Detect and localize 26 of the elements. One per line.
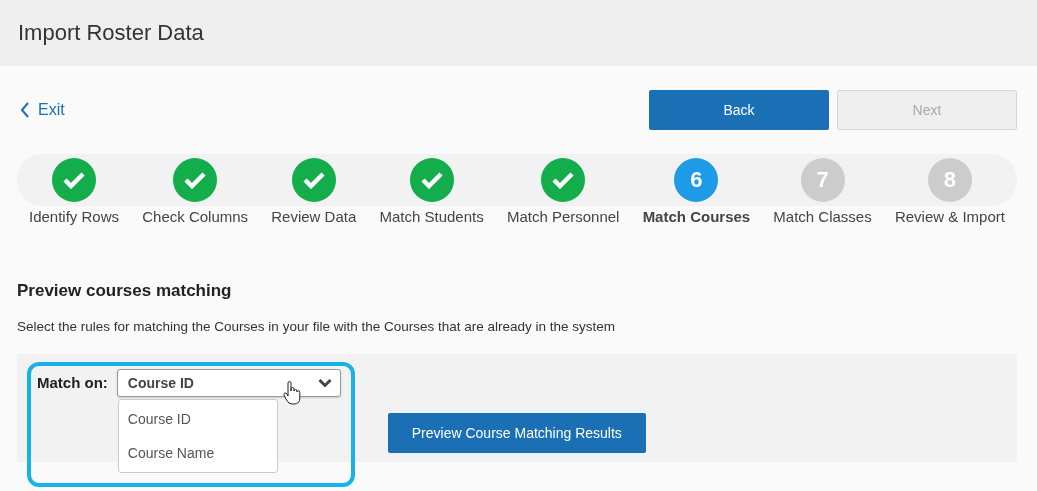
page-title: Import Roster Data <box>18 20 204 46</box>
match-select[interactable]: Course ID <box>116 369 341 397</box>
back-chevron-icon <box>20 102 30 118</box>
check-icon <box>184 171 207 189</box>
match-on-label: Match on: <box>37 374 108 391</box>
step-label: Match Students <box>379 208 484 225</box>
step-label: Check Columns <box>142 208 249 225</box>
step-label: Review Data <box>271 208 357 225</box>
chevron-down-icon <box>317 378 332 388</box>
section-heading: Preview courses matching <box>17 281 233 301</box>
step-label: Identify Rows <box>29 208 120 225</box>
dropdown-option[interactable]: Course Name <box>118 436 277 470</box>
section-description: Select the rules for matching the Courses in your file with the Courses that are already in the system <box>17 319 617 334</box>
step-label: Match Personnel <box>506 208 620 225</box>
exit-link[interactable]: Exit <box>20 101 65 119</box>
dropdown-option[interactable]: Course ID <box>118 402 277 436</box>
hand-cursor-icon <box>282 381 301 405</box>
back-button[interactable]: Back <box>649 90 829 130</box>
check-icon <box>420 171 443 189</box>
check-icon <box>552 171 575 189</box>
check-icon <box>63 171 85 189</box>
preview-results-button[interactable]: Preview Course Matching Results <box>387 413 646 453</box>
step-label: Match Courses <box>642 208 751 225</box>
step-label: Match Classes <box>773 208 872 225</box>
check-icon <box>302 171 325 189</box>
step-label: Review & Import <box>894 208 1005 225</box>
